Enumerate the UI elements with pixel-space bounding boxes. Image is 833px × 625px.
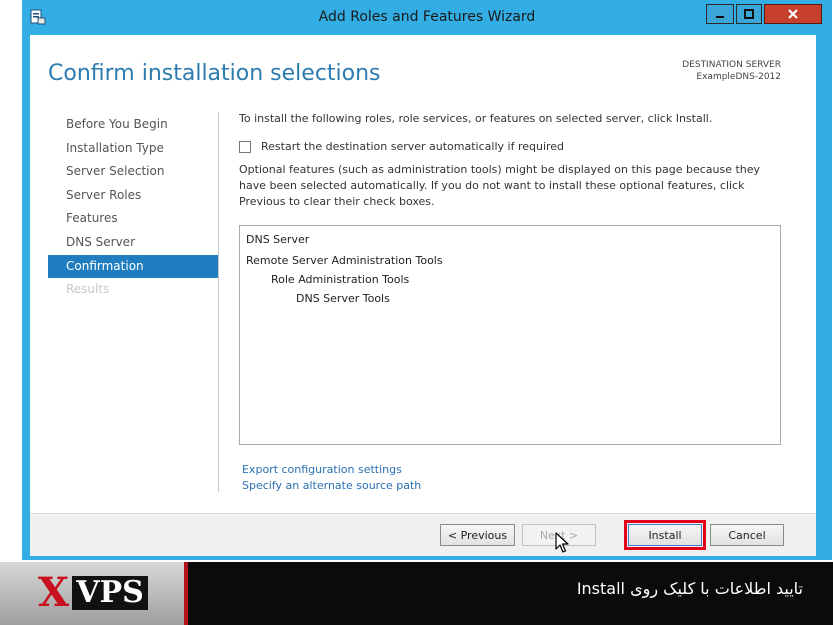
restart-option[interactable]: Restart the destination server automatic… <box>239 140 564 153</box>
alternate-source-link[interactable]: Specify an alternate source path <box>242 478 421 494</box>
nav-item-installation-type[interactable]: Installation Type <box>48 137 218 161</box>
video-caption-banner: X VPS تایید اطلاعات با کلیک روی Install <box>0 562 833 625</box>
mouse-cursor-icon <box>555 532 569 553</box>
nav-divider <box>218 112 219 492</box>
minimize-button[interactable] <box>706 4 734 24</box>
feature-item: DNS Server <box>246 233 310 246</box>
nav-item-before-you-begin[interactable]: Before You Begin <box>48 113 218 137</box>
content-links: Export configuration settings Specify an… <box>242 462 421 494</box>
logo-divider <box>184 562 188 625</box>
feature-item: DNS Server Tools <box>296 292 390 305</box>
caption-text: تایید اطلاعات با کلیک روی Install <box>576 579 803 598</box>
title-bar[interactable]: Add Roles and Features Wizard <box>22 0 832 35</box>
feature-item: Role Administration Tools <box>271 273 410 286</box>
optional-features-note: Optional features (such as administratio… <box>239 163 761 208</box>
feature-item: Remote Server Administration Tools <box>246 254 443 267</box>
nav-item-server-roles[interactable]: Server Roles <box>48 184 218 208</box>
previous-button[interactable]: < Previous <box>440 524 515 546</box>
export-configuration-link[interactable]: Export configuration settings <box>242 462 421 478</box>
install-button[interactable]: Install <box>624 520 706 550</box>
page-title: Confirm installation selections <box>48 61 381 86</box>
nav-item-features[interactable]: Features <box>48 207 218 231</box>
destination-label: DESTINATION SERVER <box>682 60 781 70</box>
confirmation-content: To install the following roles, role ser… <box>239 112 784 492</box>
restart-label[interactable]: Restart the destination server automatic… <box>261 140 564 153</box>
features-list[interactable]: DNS Server Remote Server Administration … <box>239 225 781 445</box>
maximize-button[interactable] <box>736 4 762 24</box>
xvps-logo: X VPS <box>0 562 186 625</box>
nav-item-server-selection[interactable]: Server Selection <box>48 160 218 184</box>
intro-text: To install the following roles, role ser… <box>239 112 713 125</box>
logo-vps-text: VPS <box>72 576 148 610</box>
destination-server: DESTINATION SERVER ExampleDNS-2012 <box>682 59 781 83</box>
close-icon <box>788 9 798 19</box>
nav-item-results: Results <box>66 282 110 297</box>
restart-checkbox[interactable] <box>239 140 251 153</box>
minimize-icon <box>716 16 724 18</box>
cancel-button[interactable]: Cancel <box>710 524 784 546</box>
wizard-footer: < Previous Next > Install Cancel <box>30 513 816 556</box>
destination-server-name: ExampleDNS-2012 <box>696 72 781 82</box>
logo-x-letter: X <box>38 569 70 616</box>
wizard-client-area: Confirm installation selections DESTINAT… <box>30 35 816 556</box>
nav-item-confirmation[interactable]: Confirmation <box>48 254 218 279</box>
wizard-nav: Before You Begin Installation Type Serve… <box>48 113 218 302</box>
nav-item-dns-server[interactable]: DNS Server <box>48 231 218 255</box>
maximize-icon <box>744 9 754 19</box>
wizard-window: Add Roles and Features Wizard Confirm in… <box>22 0 832 560</box>
close-button[interactable] <box>764 4 822 24</box>
